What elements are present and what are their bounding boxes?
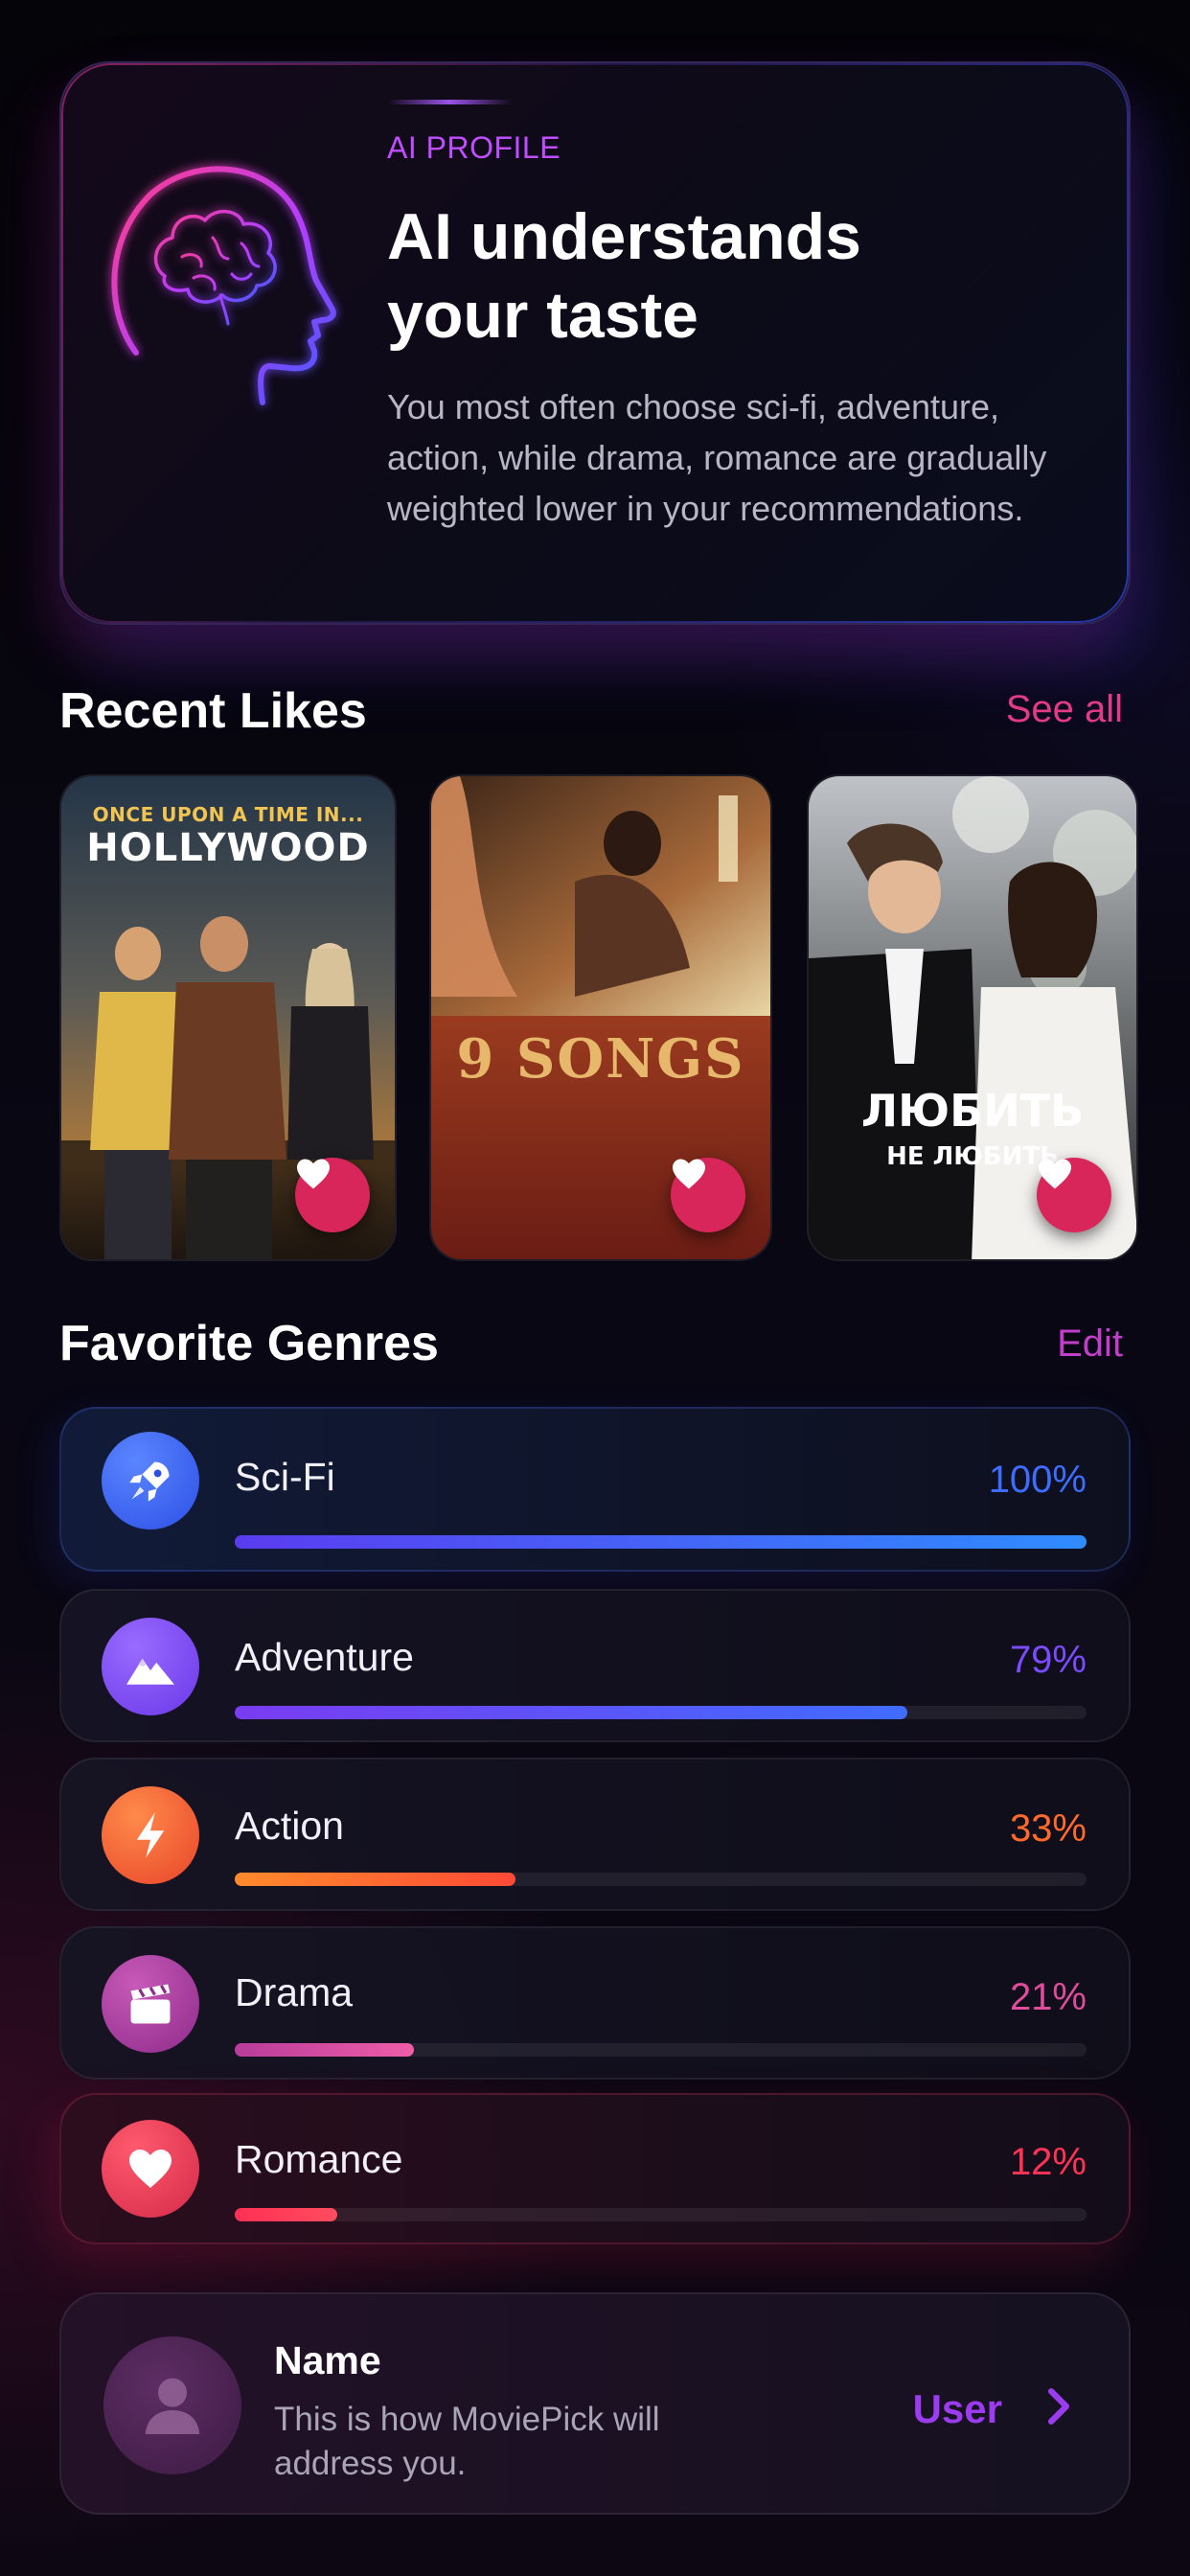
genre-bar-track [235, 1535, 1087, 1549]
poster-card-9-songs[interactable]: 9 SONGS [429, 774, 772, 1261]
genre-bar-fill [235, 2043, 414, 2057]
poster-card-lyubit[interactable]: ЛЮБИТЬ НЕ ЛЮБИТЬ [807, 774, 1138, 1261]
lightning-icon [102, 1786, 199, 1884]
poster-card-hollywood[interactable]: ONCE UPON A TIME IN... HOLLYWOOD [59, 774, 397, 1261]
rocket-icon [102, 1432, 199, 1530]
hero-title: AI understands your taste [387, 197, 1077, 355]
genre-bar-track [235, 2208, 1087, 2221]
genre-row-romance[interactable]: Romance 12% [59, 2093, 1131, 2244]
poster-title: HOLLYWOOD [86, 826, 370, 870]
genre-bar-fill [235, 2208, 337, 2221]
like-button[interactable] [671, 1158, 745, 1232]
user-icon [145, 2378, 200, 2434]
genre-row-drama[interactable]: Drama 21% [59, 1926, 1131, 2080]
genre-bar-track [235, 1706, 1087, 1719]
genre-percent: 21% [1009, 1976, 1087, 2018]
hero-title-line1: AI understands [387, 200, 861, 273]
mountain-icon [102, 1618, 199, 1715]
name-title: Name [274, 2338, 381, 2382]
hero-accent-line [387, 100, 512, 104]
genre-percent: 79% [1009, 1639, 1087, 1681]
heart-icon [297, 1159, 330, 1189]
genre-percent: 100% [988, 1459, 1087, 1501]
ai-profile-card: AI PROFILE AI understands your taste You… [59, 61, 1131, 625]
like-button[interactable] [1037, 1158, 1111, 1232]
genre-bar-fill [235, 1706, 908, 1719]
genre-name: Romance [235, 2137, 403, 2181]
name-value: User [912, 2386, 1002, 2431]
genre-name: Adventure [235, 1635, 414, 1679]
name-description: This is how MoviePick will address you. [274, 2401, 660, 2482]
heart-icon [673, 1159, 705, 1189]
see-all-link[interactable]: See all [1006, 688, 1123, 731]
poster-title: ЛЮБИТЬ [860, 1085, 1085, 1137]
brain-head-icon [111, 166, 336, 405]
heart-icon [1039, 1159, 1071, 1189]
chevron-right-icon [1047, 2388, 1070, 2425]
avatar [103, 2336, 241, 2474]
hero-kicker: AI PROFILE [387, 130, 561, 165]
heart-icon [102, 2120, 199, 2218]
genre-name: Sci-Fi [235, 1455, 335, 1499]
edit-genres-link[interactable]: Edit [1057, 1322, 1123, 1366]
clapperboard-icon [102, 1955, 199, 2053]
genre-row-scifi[interactable]: Sci-Fi 100% [59, 1407, 1131, 1572]
genre-bar-fill [235, 1873, 516, 1886]
poster-title: 9 SONGS [456, 1027, 745, 1091]
favorite-genres-title: Favorite Genres [59, 1316, 439, 1371]
name-setting-row[interactable]: Name This is how MoviePick will address … [59, 2292, 1131, 2515]
genre-bar-track [235, 2043, 1087, 2057]
genre-percent: 12% [1009, 2141, 1087, 2183]
genre-name: Action [235, 1804, 344, 1848]
genre-percent: 33% [1009, 1807, 1087, 1850]
poster-kicker: ONCE UPON A TIME IN... [92, 803, 364, 826]
genre-bar-track [235, 1873, 1087, 1886]
genre-name: Drama [235, 1970, 354, 2014]
hero-description: You most often choose sci-fi, adventure,… [387, 387, 1047, 528]
recent-likes-title: Recent Likes [59, 683, 367, 739]
hero-title-line2: your taste [387, 279, 698, 352]
genre-bar-fill [235, 1535, 1087, 1549]
like-button[interactable] [295, 1158, 370, 1232]
genre-row-adventure[interactable]: Adventure 79% [59, 1589, 1131, 1742]
genre-row-action[interactable]: Action 33% [59, 1758, 1131, 1911]
